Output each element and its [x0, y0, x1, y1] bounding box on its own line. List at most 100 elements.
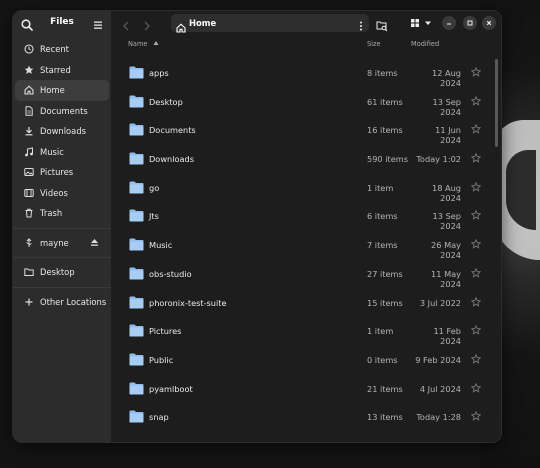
sidebar-item-label: Downloads	[40, 126, 86, 137]
search-folder-icon[interactable]	[376, 17, 388, 32]
column-name-header[interactable]: Name	[128, 40, 159, 48]
star-icon[interactable]	[470, 296, 482, 307]
folder-icon	[129, 267, 144, 280]
file-row[interactable]: Music 7 items 26 May 2024	[111, 231, 501, 260]
sidebar-item-desktop-bookmark[interactable]: Desktop	[15, 262, 109, 283]
minimize-button[interactable]	[442, 16, 456, 30]
file-size: 8 items	[367, 68, 398, 78]
sidebar-item-starred[interactable]: Starred	[15, 60, 109, 81]
more-vertical-icon[interactable]	[359, 17, 363, 31]
sidebar-item-drive[interactable]: mayne	[15, 233, 109, 254]
music-icon	[24, 147, 34, 157]
file-size: 15 items	[367, 297, 403, 308]
scrollbar[interactable]	[495, 59, 498, 147]
column-size-header[interactable]: Size	[367, 40, 381, 48]
sidebar-item-recent[interactable]: Recent	[15, 39, 109, 60]
sidebar-item-pictures[interactable]: Pictures	[15, 162, 109, 183]
file-name: Downloads	[149, 154, 194, 165]
star-icon[interactable]	[470, 181, 482, 192]
usb-icon	[24, 238, 34, 248]
star-icon[interactable]	[470, 353, 482, 364]
file-row[interactable]: go 1 item 18 Aug 2024	[111, 174, 501, 203]
star-icon[interactable]	[470, 124, 482, 135]
file-modified: Today 1:02	[416, 154, 461, 165]
view-grid-icon[interactable]	[407, 15, 437, 31]
hamburger-menu-icon[interactable]	[91, 17, 105, 31]
file-row[interactable]: snap 13 items Today 1:28	[111, 403, 501, 432]
file-size: 27 items	[367, 268, 403, 279]
sidebar-item-music[interactable]: Music	[15, 142, 109, 163]
star-icon[interactable]	[470, 382, 482, 393]
picture-icon	[24, 167, 34, 177]
star-icon[interactable]	[470, 152, 482, 163]
forward-icon[interactable]	[142, 17, 152, 31]
sidebar-item-label: Trash	[40, 208, 63, 219]
file-size: 16 items	[367, 125, 403, 136]
sidebar-item-home[interactable]: Home	[15, 80, 109, 101]
folder-icon	[129, 410, 144, 423]
sidebar-header: Files	[13, 11, 111, 37]
sidebar-item-downloads[interactable]: Downloads	[15, 121, 109, 142]
file-size: 6 items	[367, 211, 398, 222]
sidebar-item-label: Desktop	[40, 267, 75, 278]
sidebar-divider	[13, 257, 111, 258]
sidebar-item-videos[interactable]: Videos	[15, 183, 109, 204]
file-modified: 13 Sep 2024	[432, 96, 461, 117]
home-icon	[176, 18, 186, 33]
file-modified: 9 Feb 2024	[415, 354, 461, 365]
star-icon[interactable]	[470, 324, 482, 335]
file-row[interactable]: Documents 16 items 11 Jun 2024	[111, 116, 501, 145]
file-modified: 3 Jul 2022	[419, 297, 461, 308]
file-row[interactable]: Desktop 61 items 13 Sep 2024	[111, 88, 501, 117]
video-icon	[24, 188, 34, 198]
star-icon[interactable]	[470, 267, 482, 278]
star-icon[interactable]	[470, 210, 482, 221]
file-modified: 11 Jun 2024	[435, 125, 461, 146]
folder-icon	[129, 238, 144, 251]
sidebar-item-label: Home	[40, 85, 65, 96]
sidebar-item-trash[interactable]: Trash	[15, 203, 109, 224]
sidebar-divider	[13, 286, 111, 288]
sidebar-item-other-locations[interactable]: Other Locations	[15, 292, 109, 313]
folder-icon	[129, 95, 144, 108]
file-size: 590 items	[367, 154, 408, 165]
file-row[interactable]: pyamlboot 21 items 4 Jul 2024	[111, 375, 501, 404]
sidebar-item-label: Music	[40, 146, 64, 157]
back-icon[interactable]	[121, 17, 131, 31]
plus-icon	[24, 297, 34, 307]
sidebar-item-label: Other Locations	[40, 296, 107, 307]
file-modified: 13 Sep 2024	[432, 211, 461, 232]
file-size: 61 items	[367, 96, 403, 107]
maximize-button[interactable]	[463, 16, 477, 30]
column-modified-header[interactable]: Modified	[411, 40, 439, 48]
folder-icon	[129, 66, 144, 79]
file-row[interactable]: Jts 6 items 13 Sep 2024	[111, 202, 501, 231]
file-modified: 18 Aug 2024	[431, 182, 461, 203]
file-row[interactable]: phoronix-test-suite 15 items 3 Jul 2022	[111, 289, 501, 318]
file-name: Documents	[149, 125, 196, 136]
close-button[interactable]	[482, 16, 496, 30]
document-icon	[24, 106, 34, 116]
file-row[interactable]: Pictures 1 item 11 Feb 2024	[111, 317, 501, 346]
file-size: 1 item	[367, 326, 394, 337]
clock-icon	[24, 44, 34, 54]
folder-icon	[129, 324, 144, 337]
star-icon[interactable]	[470, 238, 482, 249]
star-icon[interactable]	[470, 66, 482, 77]
file-row[interactable]: obs-studio 27 items 11 May 2024	[111, 260, 501, 289]
file-row[interactable]: Downloads 590 items Today 1:02	[111, 145, 501, 174]
star-icon[interactable]	[470, 410, 482, 421]
file-row[interactable]: Public 0 items 9 Feb 2024	[111, 346, 501, 375]
folder-icon	[129, 382, 144, 395]
file-size: 13 items	[367, 412, 403, 423]
column-name-label: Name	[128, 40, 148, 48]
file-modified: Today 1:28	[416, 412, 461, 423]
star-icon[interactable]	[470, 95, 482, 106]
sidebar-item-documents[interactable]: Documents	[15, 101, 109, 122]
file-name: phoronix-test-suite	[149, 297, 227, 308]
sidebar-item-label: mayne	[40, 237, 69, 248]
path-bar[interactable]: Home	[171, 14, 369, 33]
eject-icon[interactable]	[90, 238, 99, 247]
files-window: Files Recent Starred Home Documents Down…	[12, 10, 502, 443]
file-row[interactable]: apps 8 items 12 Aug 2024	[111, 59, 501, 88]
